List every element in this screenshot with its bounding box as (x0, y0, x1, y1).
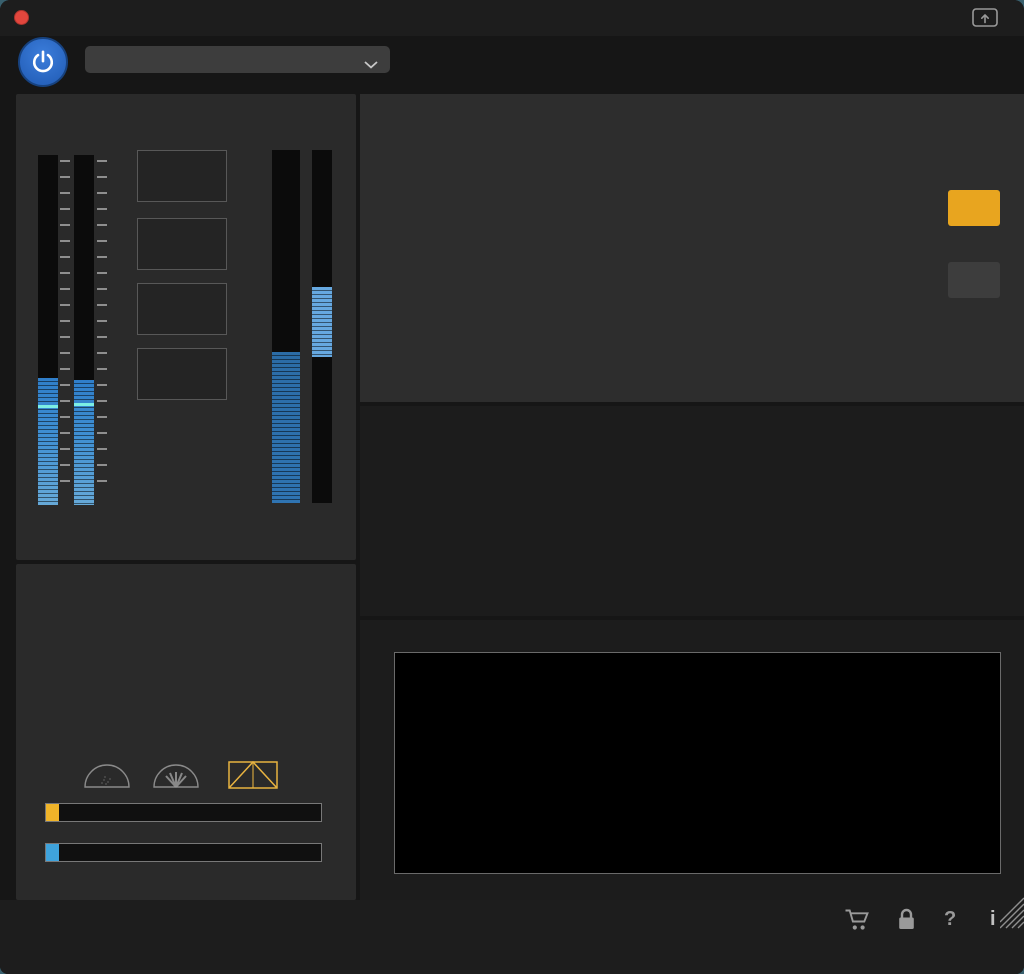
meters-power-icon[interactable] (322, 101, 344, 123)
vu-meter-side (687, 262, 935, 378)
lufs-i-readout (137, 283, 227, 335)
vu-mode-button[interactable] (948, 190, 1000, 226)
spectrogram-panel (360, 620, 1024, 900)
preset-dropdown[interactable] (85, 46, 390, 73)
meters-settings-gear-icon[interactable] (28, 102, 50, 124)
gonio-mode-vectorscope-button[interactable] (228, 760, 278, 795)
dr-readout (137, 348, 227, 400)
balance-meter[interactable] (45, 843, 322, 862)
help-icon[interactable]: ? (944, 908, 956, 931)
balance-indicator (46, 844, 59, 861)
correlation-indicator (46, 804, 59, 821)
spectrum-plot (390, 443, 1012, 593)
gonio-settings-gear-icon[interactable] (28, 572, 50, 594)
vu-meters-panel (360, 94, 1024, 402)
spectrogram-settings-gear-icon[interactable] (370, 626, 392, 648)
plugin-window: ? i (0, 0, 1024, 974)
lufs-m-meter-bar (272, 150, 300, 503)
store-cart-icon[interactable] (844, 906, 871, 938)
ppm-mode-button[interactable] (948, 262, 1000, 298)
gonio-mode-cloud-button[interactable] (82, 760, 132, 795)
spectrum-power-icon[interactable] (988, 412, 1010, 434)
meter-ticks (97, 160, 107, 490)
info-icon[interactable]: i (990, 908, 996, 931)
power-icon (30, 49, 56, 75)
goniometer-display (95, 587, 263, 755)
meter-bar-left (38, 155, 58, 505)
vu-meter-left (425, 127, 673, 243)
dr-meter-bar (312, 150, 332, 503)
correlation-meter[interactable] (45, 803, 322, 822)
close-button[interactable] (14, 10, 29, 25)
meter-ticks (60, 160, 70, 490)
lock-icon[interactable] (896, 907, 917, 937)
peak-readout (137, 150, 227, 202)
footer-bar: ? i (0, 900, 1024, 974)
title-bar (0, 0, 1024, 36)
meter-bar-right (74, 155, 94, 505)
spectrogram-display (395, 653, 1000, 873)
goniometer-panel (16, 564, 356, 900)
vu-meter-mid (425, 262, 673, 378)
chevron-down-icon (364, 56, 378, 74)
master-power-button[interactable] (18, 37, 68, 87)
undock-window-icon[interactable] (972, 8, 998, 33)
spectrum-analyzer-panel (360, 406, 1024, 616)
spectrogram-power-icon[interactable] (988, 626, 1010, 648)
peak-hold-left (38, 405, 58, 408)
gonio-mode-lissajous-button[interactable] (151, 760, 201, 795)
level-meters-panel (16, 94, 356, 560)
rms-readout (137, 218, 227, 270)
peak-hold-right (74, 403, 94, 406)
gonio-power-icon[interactable] (322, 571, 344, 593)
resize-grip[interactable] (1000, 894, 1024, 935)
spectrum-settings-gear-icon[interactable] (370, 412, 392, 434)
vu-power-icon[interactable] (990, 101, 1012, 123)
vu-meter-right (687, 127, 935, 243)
